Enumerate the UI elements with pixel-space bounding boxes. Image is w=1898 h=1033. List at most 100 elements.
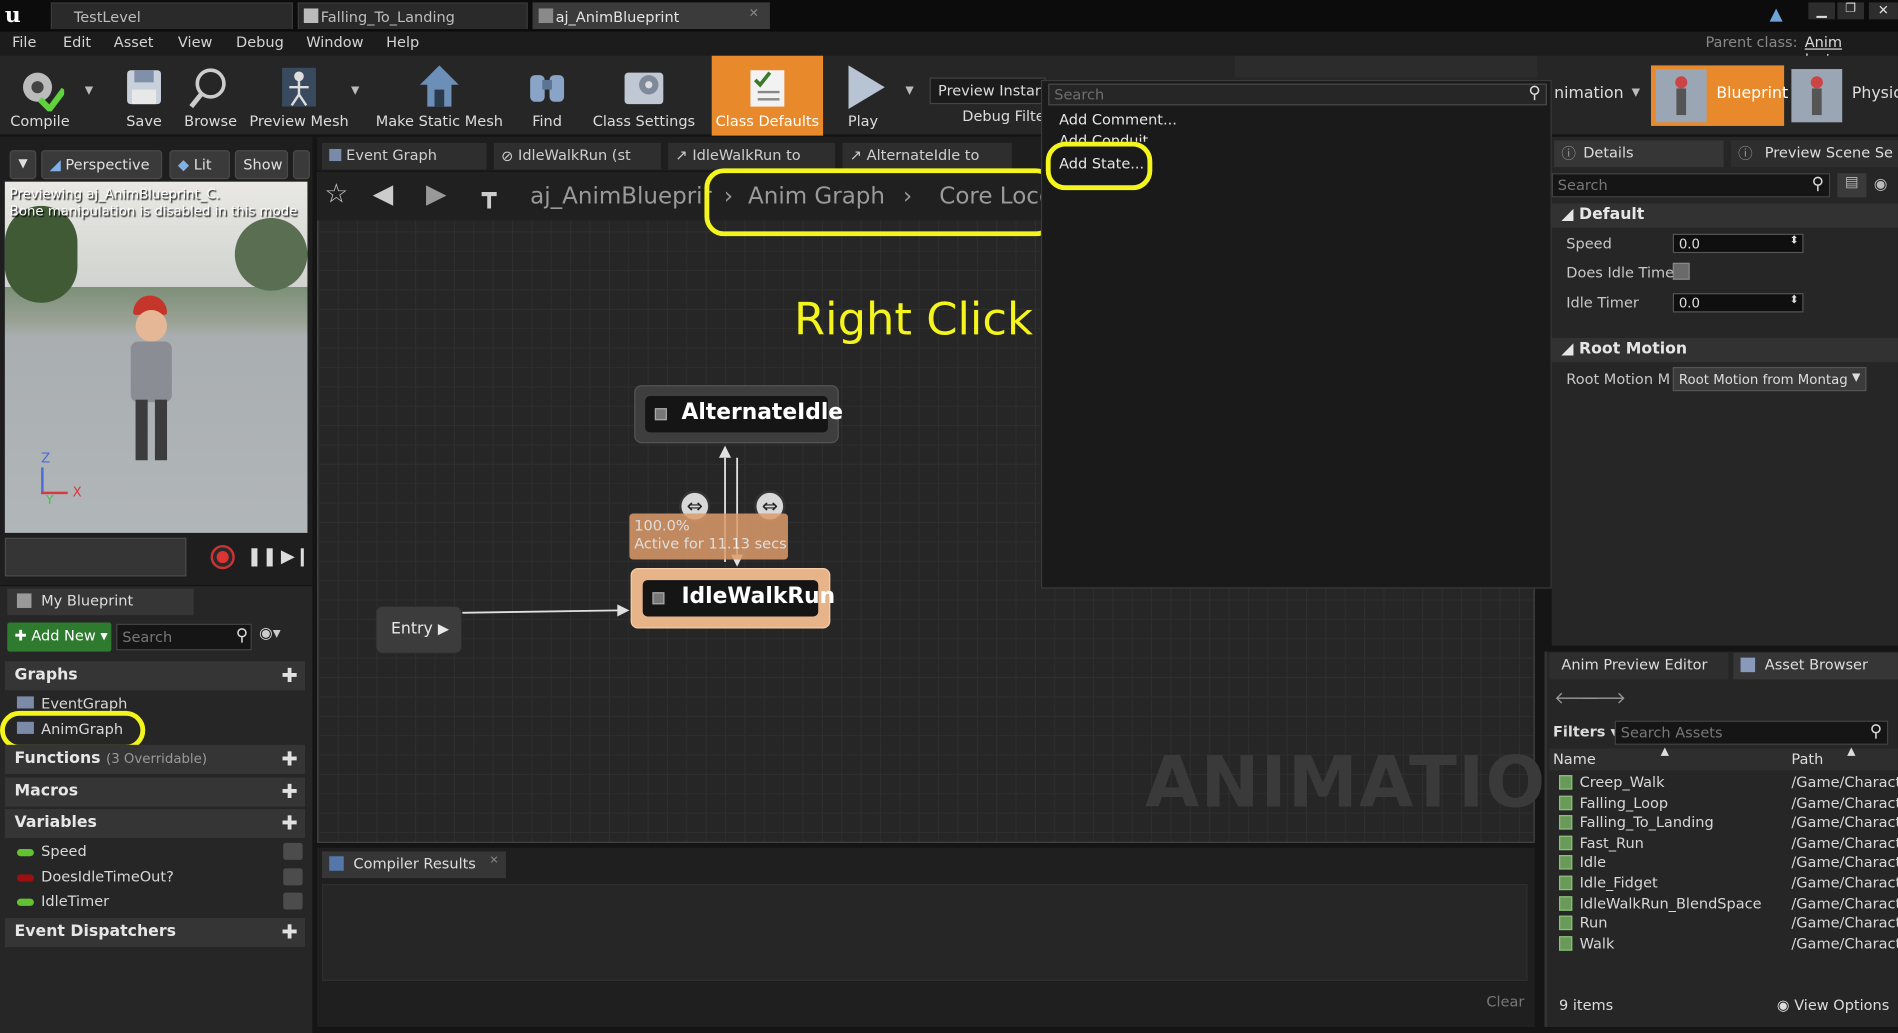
view-options-button[interactable]: ◉ View Options xyxy=(1777,997,1889,1014)
asset-list-item[interactable]: Idle_Fidget/Game/Charact xyxy=(1554,873,1898,892)
preview-instance-dropdown[interactable]: Preview Instan xyxy=(929,77,1046,105)
learn-icon[interactable]: ▲ xyxy=(1770,5,1789,24)
speed-input[interactable]: 0.0 ⬍ xyxy=(1672,233,1804,254)
tab-idlewalkrun-state[interactable]: ⊘ IdleWalkRun (st xyxy=(493,142,661,170)
add-function-icon[interactable]: ✚ xyxy=(282,747,298,770)
context-menu-search-input[interactable]: Search ⚲ xyxy=(1048,83,1547,106)
record-button[interactable] xyxy=(210,544,235,570)
animation-mode-arrow[interactable]: ▼ xyxy=(1632,87,1640,99)
column-path[interactable]: Path xyxy=(1791,751,1823,768)
tab-alternateidle-transition[interactable]: ↗ AlternateIdle to xyxy=(842,142,1012,170)
add-dispatcher-icon[interactable]: ✚ xyxy=(282,920,298,943)
step-forward-button[interactable]: ▶❙ xyxy=(281,545,310,569)
class-settings-button[interactable]: Class Settings xyxy=(588,56,699,136)
blueprint-mode-button[interactable]: Blueprint xyxy=(1650,65,1788,126)
macros-section-header[interactable]: Macros ✚ xyxy=(4,777,306,807)
perspective-button[interactable]: ◢ Perspective xyxy=(41,150,163,180)
my-blueprint-tab[interactable]: My Blueprint xyxy=(7,588,194,616)
timeline-scrubber[interactable] xyxy=(4,537,187,577)
menu-help[interactable]: Help xyxy=(386,34,419,51)
event-dispatchers-section-header[interactable]: Event Dispatchers ✚ xyxy=(4,918,306,948)
class-defaults-button[interactable]: Class Defaults xyxy=(711,55,824,136)
asset-list-item[interactable]: Run/Game/Charact xyxy=(1554,913,1898,932)
close-tab-icon[interactable]: ✕ xyxy=(749,7,759,20)
viewport-more-button[interactable] xyxy=(292,150,310,180)
context-add-conduit[interactable]: Add Conduit... xyxy=(1059,132,1162,142)
idle-timer-input[interactable]: 0.0 ⬍ xyxy=(1672,293,1804,313)
spin-arrows-icon[interactable]: ⬍ xyxy=(1790,235,1799,247)
preview-scene-tab[interactable]: ⓘ Preview Scene Se xyxy=(1730,140,1898,168)
compile-options-arrow[interactable]: ▼ xyxy=(85,85,93,97)
make-static-mesh-button[interactable]: Make Static Mesh xyxy=(373,56,506,136)
compiler-results-tab[interactable]: Compiler Results ✕ xyxy=(321,851,506,879)
spin-arrows-icon[interactable]: ⬍ xyxy=(1790,294,1799,306)
physics-mode-label[interactable]: Physic xyxy=(1852,85,1898,103)
menu-file[interactable]: File xyxy=(12,34,36,51)
viewport-scene[interactable]: Previewing aj_AnimBlueprint_C. Bone mani… xyxy=(4,181,308,533)
graph-item-eventgraph[interactable]: EventGraph xyxy=(16,695,127,712)
asset-list-item[interactable]: Idle/Game/Charact xyxy=(1554,853,1898,872)
add-new-button[interactable]: ✚ Add New ▾ xyxy=(7,622,112,652)
does-idle-timeout-checkbox[interactable] xyxy=(1672,262,1690,280)
details-tab[interactable]: ⓘ Details xyxy=(1554,140,1724,168)
maximize-button[interactable]: ❐ xyxy=(1837,2,1865,20)
compile-button[interactable]: Compile xyxy=(2,56,77,136)
root-motion-category-header[interactable]: ◢ Root Motion xyxy=(1551,337,1898,363)
filters-button[interactable]: Filters ▾ xyxy=(1553,723,1618,740)
history-forward-icon[interactable]: 🡒 xyxy=(1581,688,1626,708)
preview-mesh-button[interactable]: Preview Mesh xyxy=(249,56,349,136)
visibility-options-icon[interactable]: ◉▾ xyxy=(259,625,281,643)
pause-button[interactable]: ❚❚ xyxy=(247,545,277,569)
clear-button[interactable]: Clear xyxy=(1486,993,1524,1010)
details-search-input[interactable]: Search ⚲ xyxy=(1551,173,1831,198)
play-options-arrow[interactable]: ▼ xyxy=(905,85,913,97)
asset-browser-tab[interactable]: Asset Browser xyxy=(1733,652,1898,680)
my-blueprint-search-input[interactable]: Search ⚲ xyxy=(116,623,252,651)
add-variable-icon[interactable]: ✚ xyxy=(282,811,298,834)
menu-edit[interactable]: Edit xyxy=(63,34,91,51)
save-button[interactable]: Save xyxy=(116,56,172,136)
find-button[interactable]: Find xyxy=(518,56,576,136)
variable-visibility-icon[interactable] xyxy=(283,892,303,910)
animation-mode-label[interactable]: nimation xyxy=(1554,85,1623,103)
tab-event-graph[interactable]: Event Graph xyxy=(321,142,487,170)
tab-testlevel[interactable]: TestLevel xyxy=(50,2,293,30)
asset-list-item[interactable]: Fast_Run/Game/Charact xyxy=(1554,833,1898,852)
minimize-button[interactable]: ▁ xyxy=(1808,2,1835,20)
entry-node[interactable]: Entry ▶ xyxy=(375,605,463,654)
menu-window[interactable]: Window xyxy=(306,34,363,51)
asset-list-item[interactable]: Falling_Loop/Game/Charact xyxy=(1554,793,1898,812)
alternate-idle-state-node[interactable]: AlternateIdle xyxy=(634,385,843,444)
default-category-header[interactable]: ◢ Default xyxy=(1551,203,1898,228)
context-add-comment[interactable]: Add Comment... xyxy=(1059,111,1177,128)
menu-view[interactable]: View xyxy=(178,34,212,51)
asset-list-item[interactable]: Walk/Game/Charact xyxy=(1554,934,1898,953)
asset-list-item[interactable]: IdleWalkRun_BlendSpace/Game/Charact xyxy=(1554,893,1898,912)
functions-section-header[interactable]: Functions (3 Overridable) ✚ xyxy=(4,744,306,774)
details-grid-view-icon[interactable]: ▤ xyxy=(1837,173,1867,198)
anim-preview-editor-tab[interactable]: Anim Preview Editor xyxy=(1549,652,1729,680)
preview-mesh-arrow[interactable]: ▼ xyxy=(351,85,359,97)
variable-visibility-icon[interactable] xyxy=(283,842,303,860)
tab-falling-to-landing[interactable]: Falling_To_Landing xyxy=(297,2,528,30)
lit-button[interactable]: ◆ Lit xyxy=(169,150,230,180)
variable-does-idle-timeout[interactable]: DoesIdleTimeOut? xyxy=(16,868,303,886)
tab-idlewalkrun-transition[interactable]: ↗ IdleWalkRun to xyxy=(668,142,836,170)
close-tab-icon[interactable]: ✕ xyxy=(490,855,499,867)
tab-anim-blueprint[interactable]: aj_AnimBlueprint ✕ xyxy=(532,2,770,30)
exec-pin-icon[interactable]: ▶ xyxy=(438,620,449,637)
play-button[interactable]: Play xyxy=(833,56,894,136)
menu-asset[interactable]: Asset xyxy=(114,34,154,51)
column-name[interactable]: Name xyxy=(1553,751,1596,768)
root-motion-mode-select[interactable]: Root Motion from Montag ▼ xyxy=(1672,366,1867,392)
variables-section-header[interactable]: Variables ✚ xyxy=(4,809,306,839)
asset-search-input[interactable]: Search Assets ⚲ xyxy=(1614,720,1889,745)
variable-idle-timer[interactable]: IdleTimer xyxy=(16,892,303,910)
graphs-section-header[interactable]: Graphs ✚ xyxy=(4,661,306,691)
asset-list-item[interactable]: Falling_To_Landing/Game/Charact xyxy=(1554,813,1898,832)
add-macro-icon[interactable]: ✚ xyxy=(282,780,298,803)
browse-button[interactable]: Browse xyxy=(179,56,242,136)
variable-visibility-icon[interactable] xyxy=(283,868,303,886)
show-button[interactable]: Show xyxy=(234,150,289,180)
variable-speed[interactable]: Speed xyxy=(16,842,303,860)
